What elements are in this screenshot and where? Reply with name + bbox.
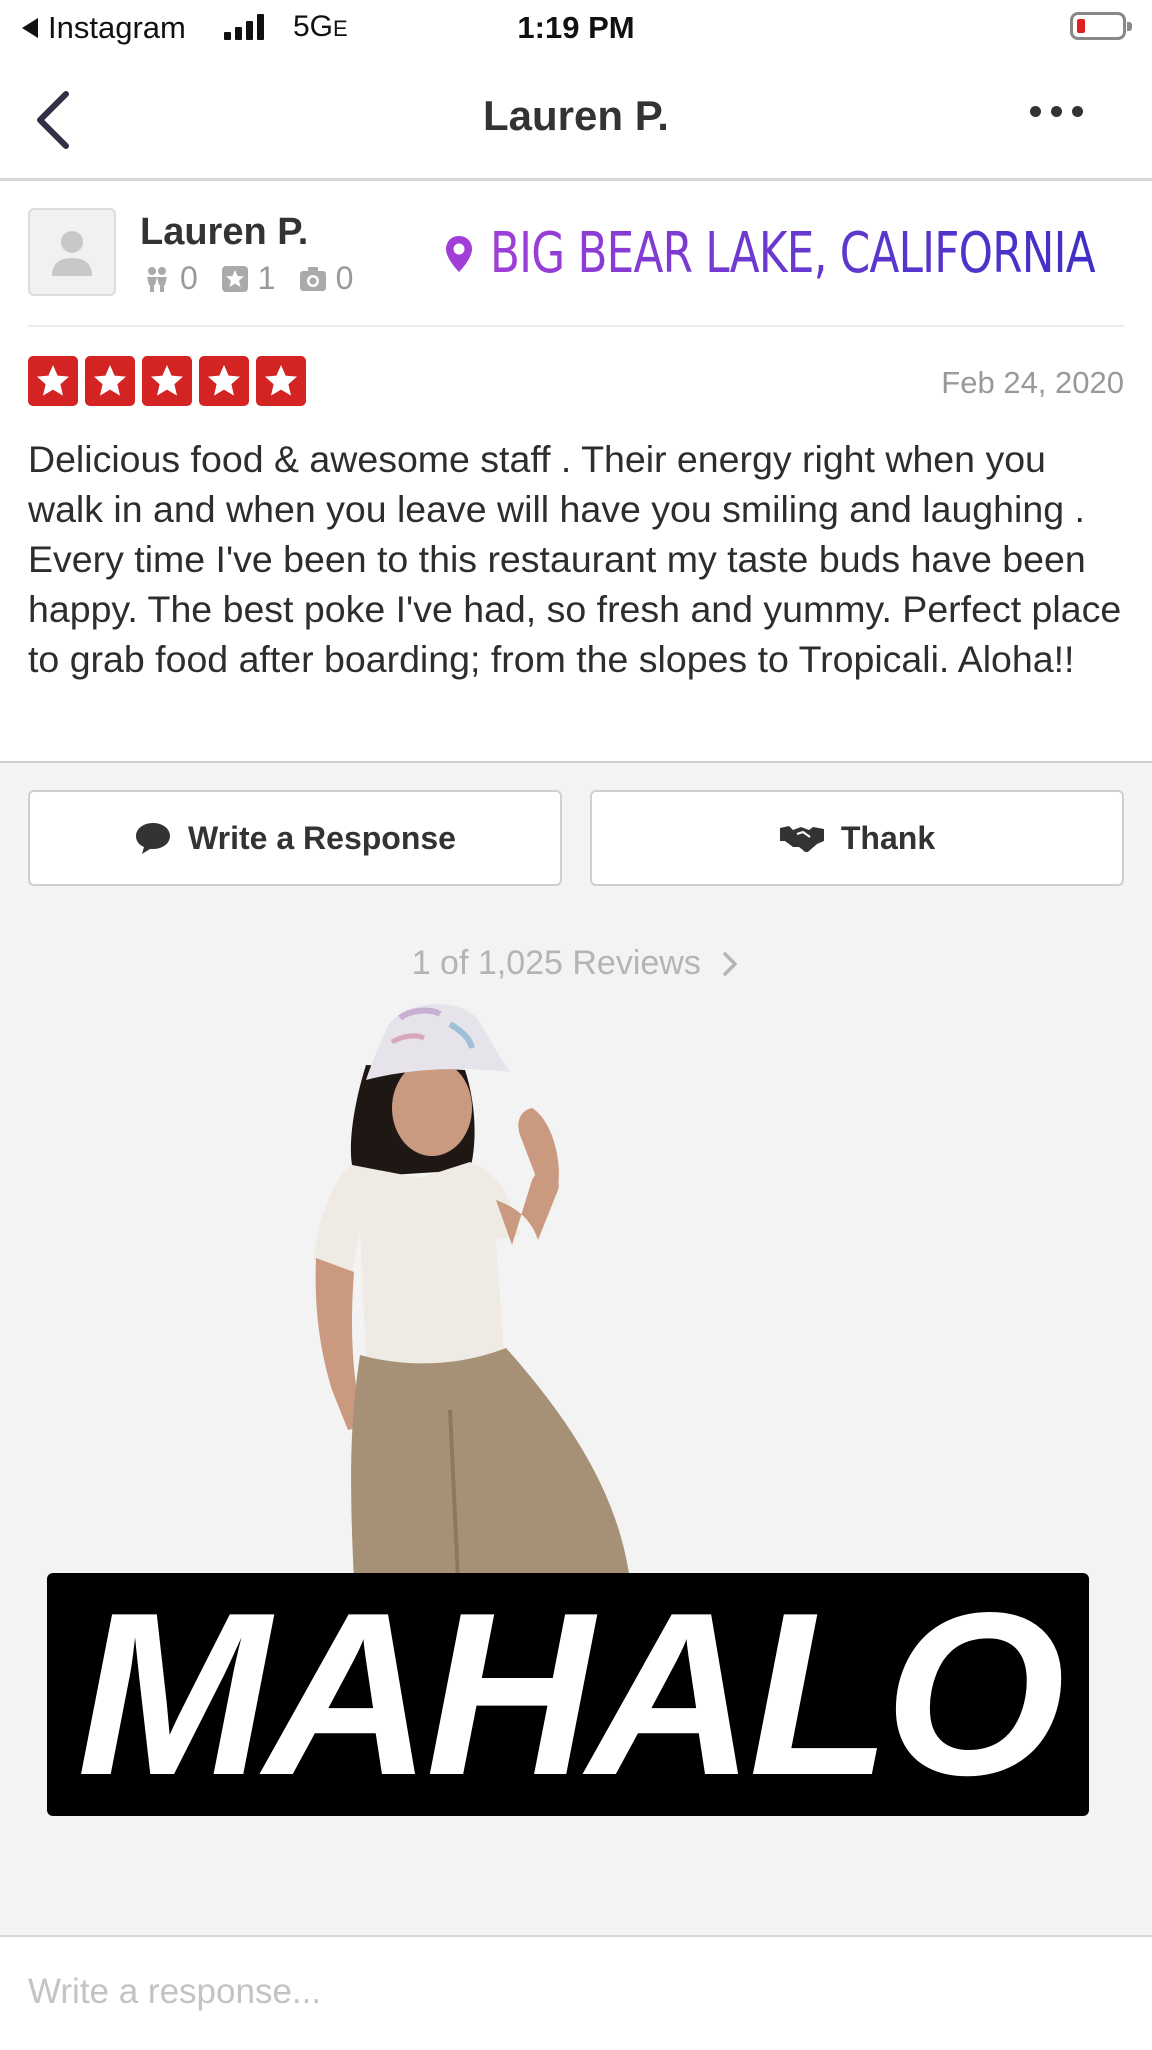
reviewer-stats: 0 1 0	[142, 260, 367, 297]
write-response-button[interactable]: Write a Response	[28, 790, 562, 886]
clock: 1:19 PM	[517, 10, 635, 45]
battery-icon	[1070, 12, 1132, 40]
thank-button[interactable]: Thank	[590, 790, 1124, 886]
location-pin-icon	[446, 235, 472, 272]
camera-icon	[299, 266, 326, 291]
star-icon	[199, 356, 249, 406]
review-star-icon	[221, 265, 248, 292]
thank-label: Thank	[840, 819, 936, 856]
navigation-bar: Lauren P.	[0, 60, 1152, 181]
review-date: Feb 24, 2020	[941, 365, 1124, 400]
speech-bubble-icon	[136, 823, 171, 854]
dancing-person-sticker	[314, 1004, 630, 1580]
review-pagination[interactable]: 1 of 1,025 Reviews	[0, 944, 1152, 983]
location-sticker: BIG BEAR LAKE, CALIFORNIA	[444, 221, 1152, 286]
divider	[28, 325, 1124, 327]
review-text: Delicious food & awesome staff . Their e…	[28, 438, 1122, 680]
response-input[interactable]	[28, 1937, 1128, 2047]
mahalo-sticker-text: MAHALO	[76, 1565, 1065, 1824]
status-bar: Instagram 5GE 1:19 PM	[0, 0, 1152, 60]
star-icon	[28, 356, 78, 406]
star-icon	[85, 356, 135, 406]
response-bar	[0, 1935, 1152, 2050]
star-icon	[256, 356, 306, 406]
reviews-count: 1	[257, 260, 276, 296]
write-response-label: Write a Response	[188, 819, 456, 856]
review-card: Lauren P. 0 1 0 BIG BEAR LAKE, CALIFORNI…	[0, 181, 1152, 763]
avatar[interactable]	[28, 208, 116, 296]
photos-count: 0	[335, 260, 354, 296]
star-rating	[28, 356, 306, 406]
location-text: BIG BEAR LAKE, CALIFORNIA	[490, 221, 1096, 286]
chevron-right-icon	[723, 952, 738, 976]
pagination-label: 1 of 1,025 Reviews	[411, 944, 701, 982]
more-options-icon[interactable]	[1030, 106, 1083, 117]
friends-count: 0	[180, 260, 198, 296]
handshake-icon	[779, 826, 824, 853]
friends-icon	[147, 266, 167, 292]
star-icon	[142, 356, 192, 406]
page-title: Lauren P.	[483, 92, 669, 139]
default-user-icon	[52, 231, 92, 276]
reviewer-name[interactable]: Lauren P.	[140, 211, 308, 254]
